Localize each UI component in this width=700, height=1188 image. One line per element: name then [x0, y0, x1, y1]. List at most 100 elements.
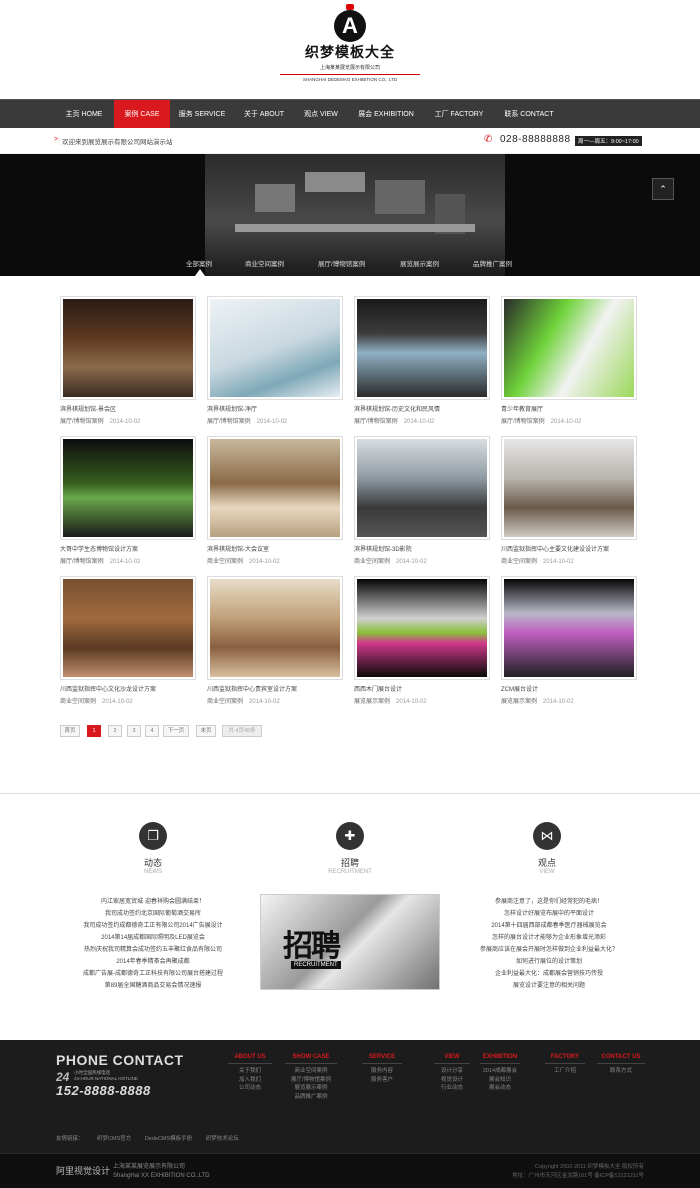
tab-brand[interactable]: 品牌推广案例 [473, 258, 512, 268]
news-item[interactable]: 我司成功签约成都德奇工正有限公司2014广告展设计 [56, 920, 250, 932]
news-item[interactable]: 我司成功签约北京国际葡萄酒交易所 [56, 908, 250, 920]
news-item[interactable]: 热烈庆祝我司精算会成功签约五丰聚红食品有限公司 [56, 944, 250, 956]
tab-all[interactable]: 全部案例 [186, 258, 212, 268]
news-item[interactable]: 内江家居宽贸城·迎春祥购会圆满结束！ [56, 896, 250, 908]
case-category[interactable]: 商业空间案例 [354, 559, 390, 565]
footer-link[interactable]: 商业空间案例 [285, 1067, 337, 1076]
case-title[interactable]: 西西木门展台设计 [354, 684, 490, 693]
scroll-top-button[interactable]: ⌃ [652, 178, 674, 200]
case-title[interactable]: 大哥中学生态博物馆设计方案 [60, 544, 196, 553]
case-card[interactable]: 滨界棋规划馆-景会区 展厅/博物馆案例 2014-10-02 [60, 296, 196, 425]
footer-link[interactable]: 展会知识 [480, 1076, 520, 1085]
case-title[interactable]: 川西监狱指挥中心贵宾室设计方案 [207, 684, 343, 693]
case-card[interactable]: 滨界棋规划馆-净厅 展厅/博物馆案例 2014-10-02 [207, 296, 343, 425]
footer-link[interactable]: 设计分享 [434, 1067, 470, 1076]
case-title[interactable]: 川西监狱指挥中心文化沙龙设计方案 [60, 684, 196, 693]
tab-hall[interactable]: 展厅/博物馆案例 [318, 258, 365, 268]
pager-last[interactable]: 末页 [196, 725, 216, 737]
footer-column-heading[interactable]: FACTORY [545, 1054, 585, 1064]
footer-link[interactable]: 2014成都展会 [480, 1067, 520, 1076]
nav-case[interactable]: 案例 CASE [114, 100, 170, 129]
case-title[interactable]: 滨界棋规划馆-3D影院 [354, 544, 490, 553]
footer-column-heading[interactable]: EXHIBITION [480, 1054, 520, 1064]
case-thumbnail[interactable] [207, 436, 343, 540]
pager-page-3[interactable]: 3 [127, 725, 141, 737]
case-title[interactable]: 青少年教育展厅 [501, 404, 637, 413]
case-title[interactable]: ZCM展台设计 [501, 684, 637, 693]
case-thumbnail[interactable] [60, 296, 196, 400]
footer-column-heading[interactable]: ABOUT US [228, 1054, 272, 1064]
news-item[interactable]: 2014年春季精茶会再聚成都 [56, 956, 250, 968]
recruit-image[interactable]: 招聘 RECRUITMENT [260, 894, 440, 990]
case-thumbnail[interactable] [501, 576, 637, 680]
case-thumbnail[interactable] [501, 436, 637, 540]
view-title[interactable]: 观点 [507, 856, 587, 869]
news-title[interactable]: 动态 [113, 856, 193, 869]
view-item[interactable]: 如何进行展位的设计策划 [452, 956, 646, 968]
pager-page-2[interactable]: 2 [108, 725, 122, 737]
view-item[interactable]: 企业利益最大化：成都展会营销技巧传授 [452, 968, 646, 980]
nav-factory[interactable]: 工厂 FACTORY [426, 100, 492, 129]
case-thumbnail[interactable] [60, 576, 196, 680]
case-card[interactable]: ZCM展台设计 展览展示案例 2014-10-02 [501, 576, 637, 705]
nav-view[interactable]: 观点 VIEW [296, 100, 346, 129]
case-category[interactable]: 展厅/博物馆案例 [60, 419, 104, 425]
footer-link[interactable]: 联系方式 [597, 1067, 645, 1076]
view-item[interactable]: 参展商应该在展会开展时怎样做到企业利益最大化？ [452, 944, 646, 956]
case-thumbnail[interactable] [207, 576, 343, 680]
case-card[interactable]: 滨界棋规划馆-历史文化和民风情 展厅/博物馆案例 2014-10-02 [354, 296, 490, 425]
case-category[interactable]: 商业空间案例 [60, 699, 96, 705]
recruit-title[interactable]: 招聘 [310, 856, 390, 869]
footer-column-heading[interactable]: CONTACT US [597, 1054, 645, 1064]
case-card[interactable]: 大哥中学生态博物馆设计方案 展厅/博物馆案例 2014-10-02 [60, 436, 196, 565]
friend-link[interactable]: 织梦CMS官方 [97, 1136, 131, 1142]
case-thumbnail[interactable] [354, 436, 490, 540]
view-item[interactable]: 展览设计要注意的相关问题 [452, 980, 646, 992]
case-title[interactable]: 滨界棋规划馆-大会议室 [207, 544, 343, 553]
footer-link[interactable]: 行业动态 [434, 1084, 470, 1093]
case-thumbnail[interactable] [354, 576, 490, 680]
case-category[interactable]: 商业空间案例 [501, 559, 537, 565]
pager-first[interactable]: 首页 [60, 725, 80, 737]
footer-link[interactable]: 服务内容 [362, 1067, 402, 1076]
pager-next[interactable]: 下一页 [163, 725, 189, 737]
footer-column-heading[interactable]: VIEW [434, 1054, 470, 1064]
view-item[interactable]: 怎样设计好展览布展中的平面设计 [452, 908, 646, 920]
case-card[interactable]: 滨界棋规划馆-大会议室 商业空间案例 2014-10-02 [207, 436, 343, 565]
tab-exhibition[interactable]: 展览展示案例 [400, 258, 439, 268]
case-thumbnail[interactable] [501, 296, 637, 400]
case-card[interactable]: 西西木门展台设计 展览展示案例 2014-10-02 [354, 576, 490, 705]
nav-about[interactable]: 关于 ABOUT [236, 100, 292, 129]
news-item[interactable]: 成都广告展-成都德奇工正科技有限公司展台搭建过程 [56, 968, 250, 980]
case-card[interactable]: 川西监狱指挥中心主要文化建设设计方案 商业空间案例 2014-10-02 [501, 436, 637, 565]
case-title[interactable]: 滨界棋规划馆-净厅 [207, 404, 343, 413]
case-category[interactable]: 展厅/博物馆案例 [207, 419, 251, 425]
case-category[interactable]: 展厅/博物馆案例 [354, 419, 398, 425]
footer-link[interactable]: 工厂介绍 [545, 1067, 585, 1076]
footer-link[interactable]: 关于我们 [228, 1067, 272, 1076]
footer-link[interactable]: 展览展示案例 [285, 1084, 337, 1093]
footer-column-heading[interactable]: SERVICE [362, 1054, 402, 1064]
case-card[interactable]: 川西监狱指挥中心文化沙龙设计方案 商业空间案例 2014-10-02 [60, 576, 196, 705]
case-category[interactable]: 展厅/博物馆案例 [501, 419, 545, 425]
footer-link[interactable]: 视觉设计 [434, 1076, 470, 1085]
friend-link[interactable]: DedeCMS模板手册 [145, 1136, 192, 1142]
case-thumbnail[interactable] [207, 296, 343, 400]
tab-commercial[interactable]: 商业空间案例 [245, 258, 284, 268]
pager-page-4[interactable]: 4 [145, 725, 159, 737]
case-card[interactable]: 滨界棋规划馆-3D影院 商业空间案例 2014-10-02 [354, 436, 490, 565]
nav-service[interactable]: 服务 SERVICE [172, 100, 232, 129]
case-title[interactable]: 川西监狱指挥中心主要文化建设设计方案 [501, 544, 637, 553]
footer-link[interactable]: 品牌推广案例 [285, 1093, 337, 1102]
case-category[interactable]: 商业空间案例 [207, 699, 243, 705]
nav-exhibition[interactable]: 展会 EXHIBITION [350, 100, 422, 129]
case-title[interactable]: 滨界棋规划馆-历史文化和民风情 [354, 404, 490, 413]
case-thumbnail[interactable] [60, 436, 196, 540]
nav-contact[interactable]: 联系 CONTACT [496, 100, 562, 129]
case-card[interactable]: 川西监狱指挥中心贵宾室设计方案 商业空间案例 2014-10-02 [207, 576, 343, 705]
footer-link[interactable]: 加入我们 [228, 1076, 272, 1085]
view-item[interactable]: 参展商注意了，这是你们经常犯的毛病！ [452, 896, 646, 908]
friend-link[interactable]: 织梦技术论坛 [206, 1136, 239, 1142]
news-item[interactable]: 第89届全国糖酒商品交易会情况速报 [56, 980, 250, 992]
case-category[interactable]: 商业空间案例 [207, 559, 243, 565]
